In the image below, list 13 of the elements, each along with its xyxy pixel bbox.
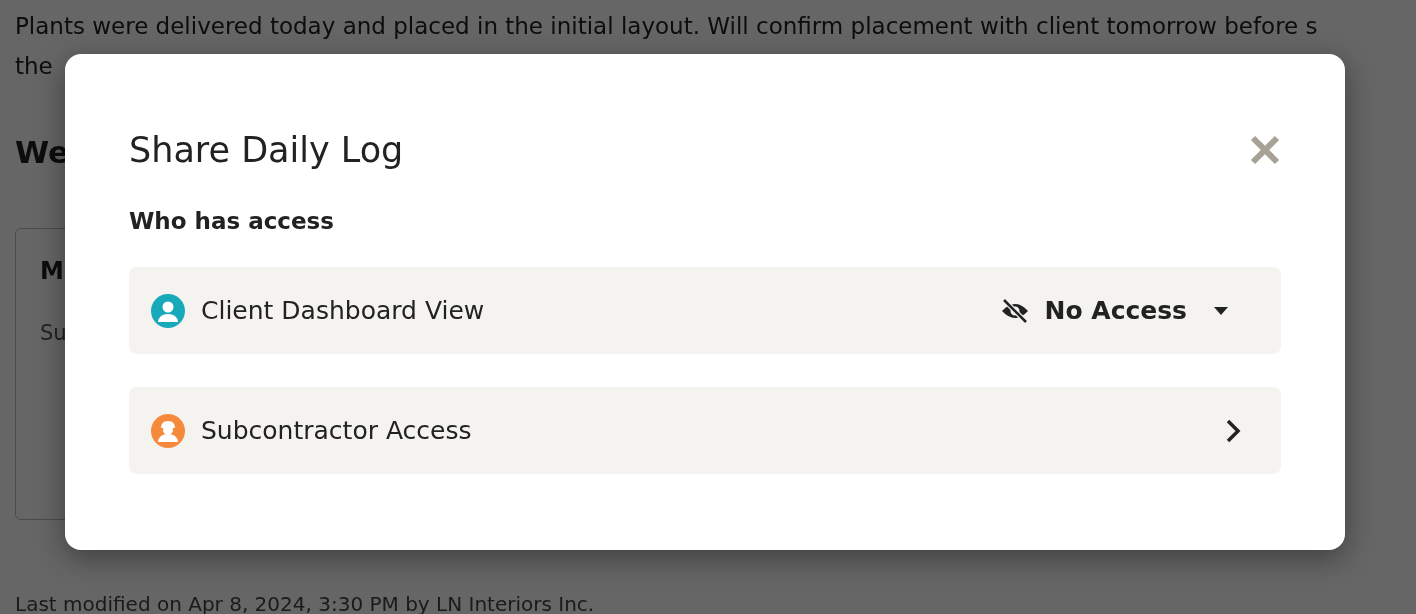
access-row[interactable]: Subcontractor Access — [129, 387, 1281, 474]
card-text: Su — [40, 321, 67, 345]
access-dropdown[interactable]: No Access — [1000, 296, 1251, 325]
note-text: the — [15, 52, 53, 81]
chevron-right-icon — [1225, 417, 1241, 444]
close-button[interactable] — [1249, 134, 1281, 166]
note-text: Plants were delivered today and placed in the initial layout. Will confirm placement with client tomorrow before s — [15, 12, 1318, 41]
caret-icon — [1213, 305, 1229, 316]
card-title: M — [40, 257, 64, 285]
dialog-title: Share Daily Log — [129, 130, 404, 170]
access-label: Client Dashboard View — [201, 296, 486, 325]
section-label: Who has access — [129, 208, 334, 234]
section-heading: We — [15, 134, 70, 170]
